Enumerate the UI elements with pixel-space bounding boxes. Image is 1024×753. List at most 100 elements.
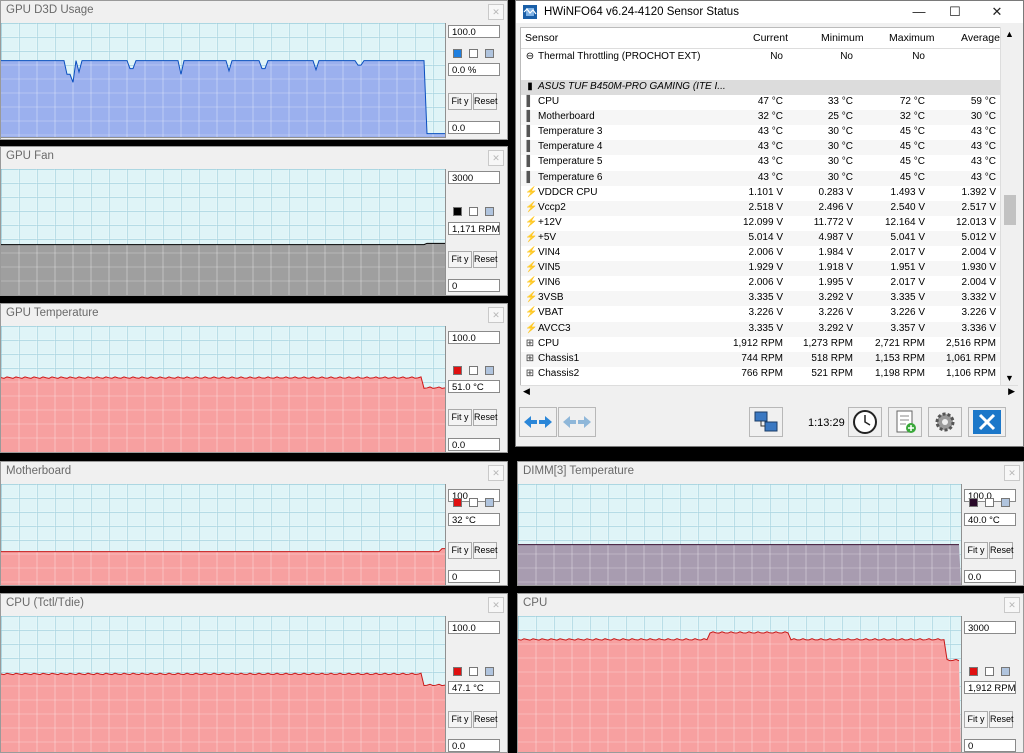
graph-window-dimm3[interactable]: DIMM[3] Temperature ✕ 100.0 40.0 °C Fit … <box>517 461 1024 586</box>
close-icon[interactable]: ✕ <box>488 4 504 20</box>
reset-button[interactable]: Reset <box>473 251 498 268</box>
max-value-field[interactable]: 3000 <box>448 171 500 184</box>
scroll-left-icon[interactable]: ◀ <box>523 386 530 397</box>
reset-button[interactable]: Reset <box>473 542 498 559</box>
close-icon[interactable]: ✕ <box>1004 465 1020 481</box>
table-row[interactable]: ⚡ +12V 12.099 V 11.772 V 12.164 V 12.013 V <box>521 216 1001 231</box>
color-swatch-icon[interactable] <box>453 366 462 375</box>
close-button[interactable] <box>968 407 1006 437</box>
color-swatch-icon[interactable] <box>453 667 462 676</box>
table-row[interactable]: ⚡ VBAT 3.226 V 3.226 V 3.226 V 3.226 V <box>521 306 1001 321</box>
checkbox-icon[interactable] <box>469 49 478 58</box>
min-value-field[interactable]: 0.0 <box>448 121 500 134</box>
color-swatch-icon[interactable] <box>485 49 494 58</box>
color-swatch-icon[interactable] <box>1001 667 1010 676</box>
table-row[interactable]: ▌ Temperature 5 43 °C 30 °C 45 °C 43 °C <box>521 155 1001 170</box>
table-row[interactable]: ▌ Temperature 3 43 °C 30 °C 45 °C 43 °C <box>521 125 1001 140</box>
table-row[interactable]: ⚡ VIN4 2.006 V 1.984 V 2.017 V 2.004 V <box>521 246 1001 261</box>
graph-window-cpu-fan[interactable]: CPU ✕ 3000 1,912 RPM Fit y Reset 0 <box>517 593 1024 753</box>
color-swatch-icon[interactable] <box>485 667 494 676</box>
table-row[interactable]: ⊞ Chassis2 766 RPM 521 RPM 1,198 RPM 1,106 RP… <box>521 367 1001 382</box>
scroll-up-icon[interactable]: ▲ <box>1005 29 1014 39</box>
table-row[interactable]: ⚡ AVCC3 3.335 V 3.292 V 3.357 V 3.336 V <box>521 321 1001 337</box>
fit-y-button[interactable]: Fit y <box>448 409 472 426</box>
horizontal-scrollbar[interactable]: ◀ ▶ <box>520 385 1018 400</box>
table-row[interactable]: ⊞ CPU 1,912 RPM 1,273 RPM 2,721 RPM 2,516 RPM <box>521 337 1001 352</box>
graph-window-gpu-fan[interactable]: GPU Fan ✕ 3000 1,171 RPM Fit y Reset 0 <box>0 146 508 296</box>
color-swatch-icon[interactable] <box>969 667 978 676</box>
close-icon[interactable]: ✕ <box>1004 597 1020 613</box>
fit-y-button[interactable]: Fit y <box>448 711 472 728</box>
table-row[interactable]: ▌ Temperature 4 43 °C 30 °C 45 °C 43 °C <box>521 140 1001 156</box>
clock-button[interactable] <box>848 407 882 437</box>
color-swatch-icon[interactable] <box>485 366 494 375</box>
column-header-maximum[interactable]: Maximum <box>889 32 935 44</box>
reset-button[interactable]: Reset <box>473 409 498 426</box>
fit-y-button[interactable]: Fit y <box>448 542 472 559</box>
title-bar[interactable]: HWiNFO64 v6.24-4120 Sensor Status — ☐ ✕ <box>516 1 1023 23</box>
color-swatch-icon[interactable] <box>453 498 462 507</box>
table-row[interactable]: ⊞ Chassis1 744 RPM 518 RPM 1,153 RPM 1,061 RP… <box>521 351 1001 367</box>
checkbox-icon[interactable] <box>469 366 478 375</box>
checkbox-icon[interactable] <box>985 667 994 676</box>
max-value-field[interactable]: 100.0 <box>448 25 500 38</box>
color-swatch-icon[interactable] <box>485 207 494 216</box>
checkbox-icon[interactable] <box>985 498 994 507</box>
reset-button[interactable]: Reset <box>473 93 498 110</box>
column-header-average[interactable]: Average <box>961 32 1000 44</box>
table-row[interactable]: ⚡ Vccp2 2.518 V 2.496 V 2.540 V 2.517 V <box>521 200 1001 216</box>
reset-button[interactable]: Reset <box>989 711 1014 728</box>
min-value-field[interactable]: 0.0 <box>448 739 500 752</box>
max-value-field[interactable]: 100.0 <box>448 621 500 634</box>
table-row[interactable]: ⚡ +5V 5.014 V 4.987 V 5.041 V 5.012 V <box>521 230 1001 246</box>
min-value-field[interactable]: 0.0 <box>964 570 1016 583</box>
close-icon[interactable]: ✕ <box>982 4 1012 20</box>
close-icon[interactable]: ✕ <box>488 307 504 323</box>
settings-button[interactable] <box>928 407 962 437</box>
column-header-current[interactable]: Current <box>753 32 788 44</box>
min-value-field[interactable]: 0 <box>448 570 500 583</box>
column-header-sensor[interactable]: Sensor <box>525 32 558 44</box>
maximize-icon[interactable]: ☐ <box>940 4 970 20</box>
checkbox-icon[interactable] <box>469 498 478 507</box>
sensor-table[interactable]: Sensor Current Minimum Maximum Average ⊖… <box>520 27 1002 387</box>
graph-window-gpu-d3d[interactable]: GPU D3D Usage ✕ 100.0 0.0 % Fit y Reset … <box>0 0 508 140</box>
table-row[interactable]: ⚡ VDDCR CPU 1.101 V 0.283 V 1.493 V 1.392 V <box>521 186 1001 201</box>
table-row[interactable]: ⚡ 3VSB 3.335 V 3.292 V 3.335 V 3.332 V <box>521 291 1001 307</box>
nav-left-right-button[interactable] <box>519 407 557 437</box>
table-row[interactable]: ▌ Temperature 6 43 °C 30 °C 45 °C 43 °C <box>521 170 1001 186</box>
scroll-right-icon[interactable]: ▶ <box>1008 386 1015 397</box>
table-row[interactable]: ▌ Motherboard 32 °C 25 °C 32 °C 30 °C <box>521 110 1001 126</box>
reset-button[interactable]: Reset <box>473 711 498 728</box>
color-swatch-icon[interactable] <box>453 207 462 216</box>
group-header-row[interactable]: ▮ ASUS TUF B450M-PRO GAMING (ITE I... <box>521 80 1001 95</box>
color-swatch-icon[interactable] <box>485 498 494 507</box>
table-row[interactable]: ⊖ Thermal Throttling (PROCHOT EXT) No No… <box>521 50 1001 65</box>
close-icon[interactable]: ✕ <box>488 150 504 166</box>
column-header-minimum[interactable]: Minimum <box>821 32 864 44</box>
min-value-field[interactable]: 0.0 <box>448 438 500 451</box>
fit-y-button[interactable]: Fit y <box>964 711 988 728</box>
fit-y-button[interactable]: Fit y <box>448 251 472 268</box>
minimize-icon[interactable]: — <box>904 4 934 19</box>
fit-y-button[interactable]: Fit y <box>448 93 472 110</box>
nav-arrows-disabled-button[interactable] <box>558 407 596 437</box>
min-value-field[interactable]: 0 <box>448 279 500 292</box>
color-swatch-icon[interactable] <box>1001 498 1010 507</box>
table-row[interactable]: ▌ CPU 47 °C 33 °C 72 °C 59 °C <box>521 95 1001 110</box>
graph-window-gpu-temp[interactable]: GPU Temperature ✕ 100.0 51.0 °C Fit y Re… <box>0 303 508 453</box>
max-value-field[interactable]: 3000 <box>964 621 1016 634</box>
graph-window-motherboard[interactable]: Motherboard ✕ 100 32 °C Fit y Reset 0 <box>0 461 508 586</box>
table-row[interactable]: ⚡ VIN6 2.006 V 1.995 V 2.017 V 2.004 V <box>521 276 1001 291</box>
scroll-thumb[interactable] <box>1004 195 1016 225</box>
checkbox-icon[interactable] <box>469 667 478 676</box>
network-button[interactable] <box>749 407 783 437</box>
add-report-button[interactable] <box>888 407 922 437</box>
min-value-field[interactable]: 0 <box>964 739 1016 752</box>
checkbox-icon[interactable] <box>469 207 478 216</box>
graph-window-cpu-tctl[interactable]: CPU (Tctl/Tdie) ✕ 100.0 47.1 °C Fit y Re… <box>0 593 508 753</box>
close-icon[interactable]: ✕ <box>488 597 504 613</box>
color-swatch-icon[interactable] <box>453 49 462 58</box>
reset-button[interactable]: Reset <box>989 542 1014 559</box>
scroll-down-icon[interactable]: ▼ <box>1005 373 1014 383</box>
